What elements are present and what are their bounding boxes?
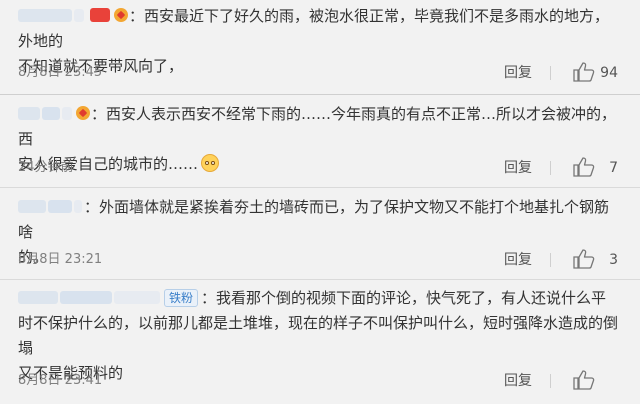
thumbs-up-icon[interactable] (572, 369, 596, 391)
blurred-name (74, 200, 82, 213)
blurred-name (74, 9, 84, 22)
blurred-name (18, 9, 72, 22)
reply-button[interactable]: 回复 (504, 62, 532, 84)
comment-time: 8月8日 23:21 (18, 252, 103, 267)
comment-meta: 8月8日 23:41 回复 (18, 370, 618, 392)
divider (550, 161, 551, 175)
reply-button[interactable]: 回复 (504, 157, 532, 179)
blurred-name (18, 291, 58, 304)
blurred-name (42, 107, 60, 120)
comment-meta: 8月8日 23:21 回复 3 (18, 249, 618, 271)
blurred-name (62, 107, 72, 120)
thumbs-up-icon[interactable] (572, 61, 596, 83)
red-badge-icon (90, 8, 110, 22)
username-blurred[interactable] (18, 286, 162, 311)
comment-meta: 8月8日 23:45 回复 94 (18, 62, 618, 84)
fan-badge: 铁粉 (164, 289, 199, 307)
username-blurred[interactable] (18, 102, 74, 127)
like-count: 3 (609, 252, 618, 268)
comment-time: 24分钟前 (18, 160, 74, 175)
separator (0, 279, 640, 280)
blurred-name (48, 200, 72, 213)
divider (550, 374, 551, 388)
blurred-name (114, 291, 160, 304)
like-count: 7 (609, 160, 618, 176)
comment-meta: 24分钟前 回复 7 (18, 157, 618, 179)
username-blurred[interactable] (18, 195, 84, 220)
separator (0, 94, 640, 95)
reply-button[interactable]: 回复 (504, 249, 532, 271)
separator (0, 187, 640, 188)
blurred-name (60, 291, 112, 304)
comment-time: 8月8日 23:41 (18, 373, 103, 388)
like-count: 94 (600, 65, 618, 81)
divider (550, 66, 551, 80)
blurred-name (18, 200, 46, 213)
heart-badge-icon (76, 106, 90, 120)
thumbs-up-icon[interactable] (572, 248, 596, 270)
heart-badge-icon (114, 8, 128, 22)
blurred-name (18, 107, 40, 120)
comment-time: 8月8日 23:45 (18, 65, 103, 80)
username-blurred[interactable] (18, 4, 86, 29)
reply-button[interactable]: 回复 (504, 370, 532, 392)
divider (550, 253, 551, 267)
thumbs-up-icon[interactable] (572, 156, 596, 178)
